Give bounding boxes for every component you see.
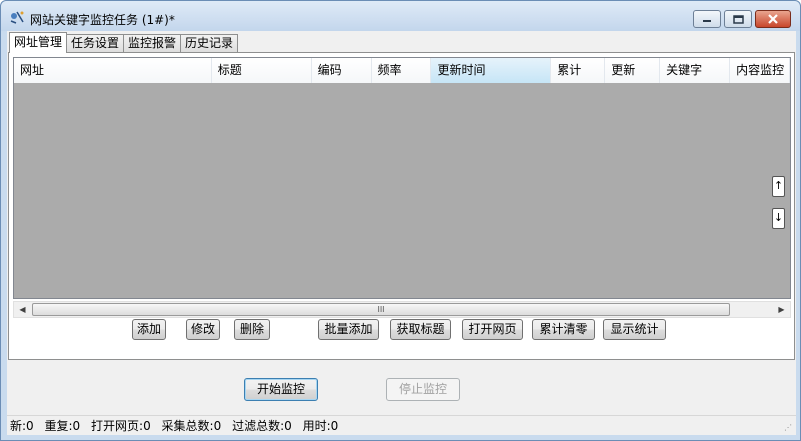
status-filtered: 过滤总数:0 [232,419,292,433]
move-up-button[interactable]: ↑ [772,176,785,197]
window-title: 网站关键字监控任务 (1#)* [30,13,175,27]
column-header-update-time[interactable]: 更新时间 [431,58,552,83]
column-header-content-monitor[interactable]: 内容监控 [730,58,790,83]
column-header-frequency[interactable]: 频率 [371,58,432,83]
stop-monitor-button[interactable]: 停止监控 [386,378,460,401]
status-collected: 采集总数:0 [161,419,222,433]
column-header-total[interactable]: 累计 [551,58,606,83]
batch-add-button[interactable]: 批量添加 [318,319,379,340]
clear-total-button[interactable]: 累计清零 [532,319,595,340]
minimize-button[interactable] [693,10,721,28]
edit-button[interactable]: 修改 [186,319,220,340]
scroll-left-icon[interactable]: ◀ [14,302,31,317]
tab-history[interactable]: 历史记录 [180,34,239,53]
maximize-icon [732,14,744,24]
tab-monitor-alerts[interactable]: 监控报警 [123,34,182,53]
close-button[interactable] [755,10,791,28]
url-list[interactable]: 网址 标题 编码 频率 更新时间 累计 更新 关键字 内容监控 ↑ ↓ [13,57,791,299]
tab-strip: 网址管理 任务设置 监控报警 历史记录 [9,32,239,53]
status-bar: 新:0 重复:0 打开网页:0 采集总数:0 过滤总数:0 用时:0 ⋰ [7,415,796,435]
column-header-url[interactable]: 网址 [14,58,212,83]
satellite-icon [10,11,24,24]
status-elapsed: 用时:0 [302,419,339,433]
tab-panel: 网址 标题 编码 频率 更新时间 累计 更新 关键字 内容监控 ↑ ↓ ◀ II… [8,52,795,360]
status-new: 新:0 [10,419,34,433]
maximize-button[interactable] [724,10,752,28]
scroll-right-icon[interactable]: ▶ [773,302,790,317]
fetch-title-button[interactable]: 获取标题 [390,319,451,340]
start-monitor-button[interactable]: 开始监控 [244,378,318,401]
list-header: 网址 标题 编码 频率 更新时间 累计 更新 关键字 内容监控 [14,58,790,83]
move-down-button[interactable]: ↓ [772,208,785,229]
show-stats-button[interactable]: 显示统计 [603,319,666,340]
delete-button[interactable]: 删除 [234,319,270,340]
column-header-updated[interactable]: 更新 [605,58,661,83]
resize-grip-icon[interactable]: ⋰ [784,423,794,433]
tab-url-management[interactable]: 网址管理 [9,32,68,53]
add-button[interactable]: 添加 [132,319,166,340]
open-page-button[interactable]: 打开网页 [462,319,523,340]
status-duplicate: 重复:0 [44,419,81,433]
column-header-keyword[interactable]: 关键字 [660,58,731,83]
client-area: 网址管理 任务设置 监控报警 历史记录 网址 标题 编码 频率 更新时间 累计 … [7,31,796,435]
column-header-title[interactable]: 标题 [211,58,312,83]
close-icon [768,14,778,24]
main-window: 网站关键字监控任务 (1#)* 网址管理 任务设置 监控报警 历史记录 网址 标… [0,0,801,441]
status-opened: 打开网页:0 [91,419,151,433]
tab-task-settings[interactable]: 任务设置 [66,34,125,53]
scrollbar-thumb[interactable]: III [32,303,730,316]
horizontal-scrollbar[interactable]: ◀ III ▶ [13,301,791,318]
column-header-encoding[interactable]: 编码 [311,58,372,83]
title-bar[interactable]: 网站关键字监控任务 (1#)* [1,1,800,31]
minimize-icon [703,20,711,22]
